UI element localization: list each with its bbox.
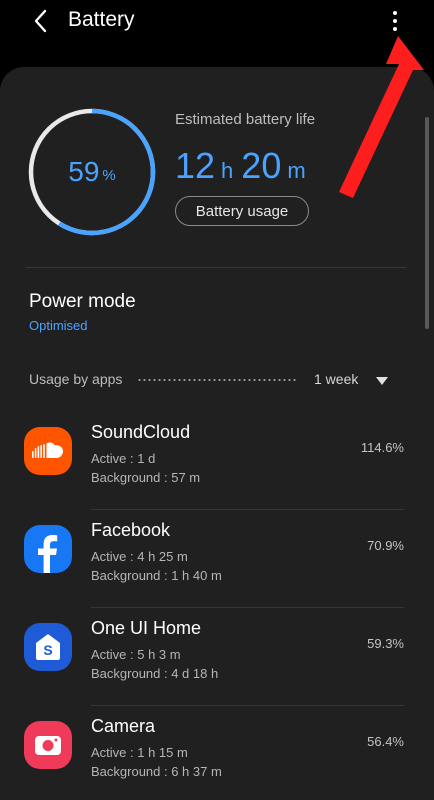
- usage-by-apps-label: Usage by apps: [29, 371, 123, 387]
- back-button[interactable]: [26, 6, 56, 36]
- dropdown-arrow-icon[interactable]: [375, 376, 389, 386]
- page-title: Battery: [68, 8, 135, 31]
- top-app-bar: Battery: [0, 0, 434, 52]
- app-background-time: Background : 4 d 18 h: [91, 666, 219, 681]
- app-usage-percent: 114.6%: [360, 440, 404, 455]
- battery-percentage: 59 %: [27, 107, 157, 237]
- facebook-icon: [24, 525, 72, 573]
- period-dropdown[interactable]: 1 week: [314, 371, 358, 387]
- app-active-time: Active : 1 h 15 m: [91, 745, 188, 760]
- app-active-time: Active : 4 h 25 m: [91, 549, 188, 564]
- app-name: Facebook: [91, 520, 171, 540]
- app-usage-percent: 70.9%: [367, 538, 404, 553]
- estimated-battery-life-value: 12 h 20 m: [175, 145, 314, 187]
- power-mode-title: Power mode: [29, 291, 136, 312]
- soundcloud-icon: [24, 427, 72, 475]
- app-background-time: Background : 6 h 37 m: [91, 764, 222, 779]
- app-row-soundcloud[interactable]: SoundCloud Active : 1 d Background : 57 …: [0, 412, 434, 510]
- app-name: One UI Home: [91, 618, 202, 638]
- app-active-time: Active : 1 d: [91, 451, 156, 466]
- app-name: Camera: [91, 716, 156, 736]
- camera-icon: [24, 721, 72, 769]
- svg-text:S: S: [43, 642, 52, 658]
- app-background-time: Background : 57 m: [91, 470, 201, 485]
- app-usage-percent: 59.3%: [367, 636, 404, 651]
- estimated-battery-life-label: Estimated battery life: [175, 111, 316, 128]
- minutes-value: 20: [241, 145, 282, 186]
- hours-value: 12: [175, 145, 216, 186]
- power-mode-value: Optimised: [29, 318, 88, 333]
- chevron-left-icon: [34, 9, 47, 33]
- battery-card: 59 % Estimated battery life 12 h 20 m Batte…: [0, 67, 434, 800]
- app-active-time: Active : 5 h 3 m: [91, 647, 181, 662]
- divider: [26, 267, 406, 268]
- more-options-button[interactable]: [382, 4, 408, 38]
- battery-percentage-unit: %: [102, 166, 116, 184]
- scrollbar[interactable]: [425, 117, 429, 329]
- dotted-leader: [137, 379, 297, 381]
- battery-usage-button[interactable]: Battery usage: [175, 196, 309, 226]
- minutes-unit: m: [287, 158, 306, 183]
- hours-unit: h: [221, 158, 234, 183]
- app-row-camera[interactable]: Camera Active : 1 h 15 m Background : 6 …: [0, 706, 434, 800]
- app-usage-percent: 56.4%: [367, 734, 404, 749]
- app-name: SoundCloud: [91, 422, 191, 442]
- battery-percentage-value: 59: [68, 156, 100, 187]
- app-row-facebook[interactable]: Facebook Active : 4 h 25 m Background : …: [0, 510, 434, 608]
- more-vertical-icon: [393, 11, 397, 15]
- one-ui-home-icon: S: [24, 623, 72, 671]
- app-row-one-ui-home[interactable]: S One UI Home Active : 5 h 3 m Backgroun…: [0, 608, 434, 706]
- app-background-time: Background : 1 h 40 m: [91, 568, 222, 583]
